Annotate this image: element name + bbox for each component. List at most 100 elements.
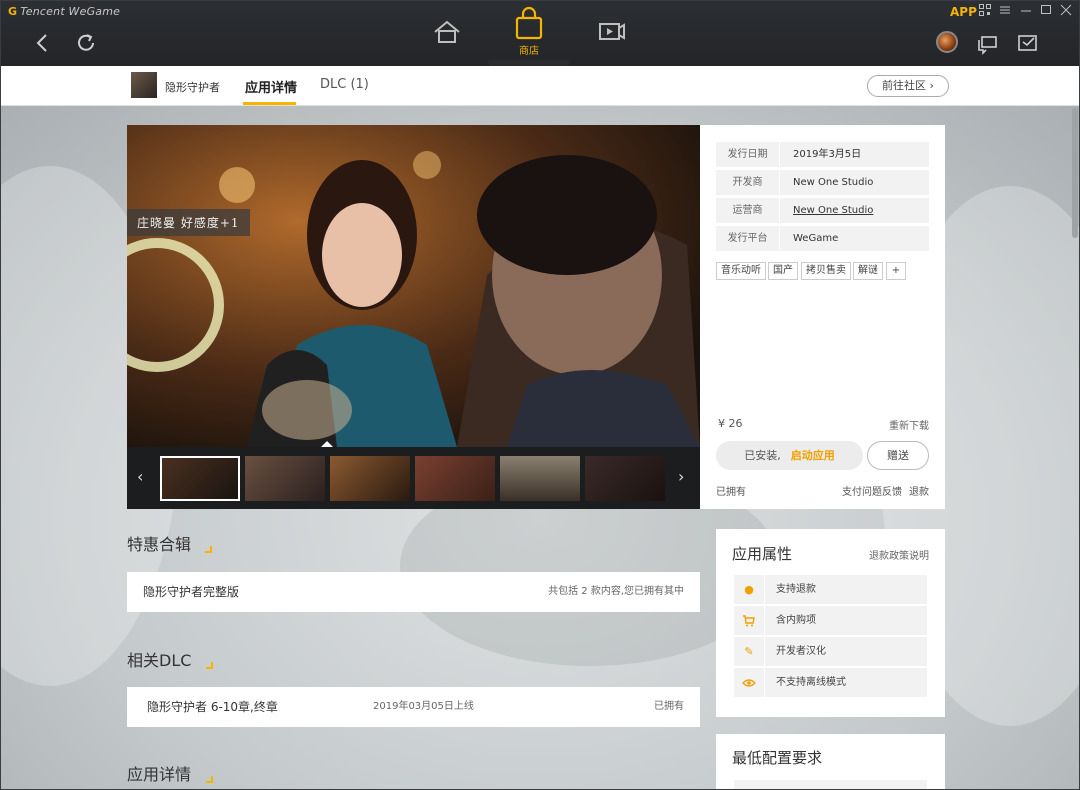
- tag-puzzle[interactable]: 解谜: [853, 262, 883, 280]
- info-row-publisher: 运营商 New One Studio: [716, 198, 929, 223]
- tag-copy-sale[interactable]: 拷贝售卖: [801, 262, 851, 280]
- section-title-dlc: 相关DLC: [127, 651, 192, 670]
- refresh-icon: [78, 34, 94, 51]
- dlc-release-date: 2019年03月05日上线: [373, 701, 474, 712]
- section-title-details: 应用详情: [127, 765, 192, 784]
- store-label: 商店: [519, 46, 539, 57]
- user-avatar[interactable]: [936, 31, 958, 53]
- payment-feedback-link[interactable]: 支付问题反馈: [842, 483, 902, 498]
- config-title: 最低配置要求: [732, 749, 823, 767]
- attribute-label: 不支持离线模式: [776, 677, 846, 688]
- sub-navigation: 隐形守护者 应用详情 DLC (1) 前往社区 ›: [0, 66, 1080, 106]
- thumbnail-1[interactable]: [160, 456, 240, 501]
- community-button[interactable]: 前往社区 ›: [867, 75, 949, 97]
- game-name: 隐形守护者: [165, 81, 220, 94]
- menu-icon: [1000, 6, 1010, 14]
- dlc-card[interactable]: 隐形守护者 6-10章,终章 2019年03月05日上线 已拥有: [127, 687, 700, 727]
- price: ¥ 26: [718, 417, 743, 430]
- info-value: New One Studio: [793, 177, 874, 188]
- brand-logo: G Tencent WeGame: [8, 5, 120, 18]
- attribute-offline: 不支持离线模式: [734, 668, 927, 697]
- refund-icon: ●: [734, 575, 765, 604]
- mail-icon: [1018, 35, 1037, 51]
- thumbnail-5[interactable]: [500, 456, 580, 501]
- redownload-link[interactable]: 重新下载: [889, 417, 929, 432]
- hero-screenshot[interactable]: 庄晓曼 好感度+1: [127, 125, 700, 447]
- pencil-icon: ✎: [734, 637, 765, 666]
- store-bag-icon: [515, 6, 543, 40]
- attribute-label: 支持退款: [776, 584, 816, 595]
- hero-scene-image: [127, 125, 700, 447]
- info-key: 发行日期: [716, 142, 780, 167]
- close-button[interactable]: [1060, 4, 1072, 19]
- tag-domestic[interactable]: 国产: [768, 262, 798, 280]
- minimize-icon: [1021, 10, 1031, 12]
- chevron-right-icon: ›: [929, 79, 934, 92]
- refresh-button[interactable]: [73, 30, 99, 56]
- thumbnail-2[interactable]: [245, 456, 325, 501]
- attribute-refund: ● 支持退款: [734, 575, 927, 604]
- app-link[interactable]: APP: [950, 5, 977, 19]
- close-icon: [1060, 4, 1072, 16]
- chevron-left-icon: ‹: [137, 467, 144, 486]
- refund-link[interactable]: 退款: [909, 483, 929, 498]
- section-corner-mark: [206, 776, 213, 783]
- thumbnail-next-button[interactable]: ›: [678, 467, 684, 486]
- home-icon: [434, 20, 460, 43]
- affection-overlay: 庄晓曼 好感度+1: [127, 209, 250, 236]
- thumbnail-3[interactable]: [330, 456, 410, 501]
- info-row-developer: 开发商 New One Studio: [716, 170, 929, 195]
- add-tag-button[interactable]: +: [886, 262, 906, 280]
- video-button[interactable]: [597, 18, 627, 46]
- chevron-right-icon: ›: [678, 467, 685, 486]
- bundle-description: 共包括 2 款内容,您已拥有其中: [548, 586, 684, 597]
- store-tab[interactable]: 商店: [502, 0, 556, 72]
- video-icon: [599, 23, 625, 40]
- thumbnail-6[interactable]: [585, 456, 665, 501]
- info-value: WeGame: [793, 233, 839, 244]
- active-tab-indicator: [243, 102, 296, 105]
- chat-button[interactable]: [975, 30, 1001, 56]
- title-bar: G Tencent WeGame 商店 APP: [0, 0, 1080, 74]
- thumbnail-4[interactable]: [415, 456, 495, 501]
- bundle-name: 隐形守护者完整版: [143, 585, 240, 599]
- launch-app-button[interactable]: 已安装, 启动应用: [716, 441, 863, 470]
- qrcode-icon: [979, 4, 991, 16]
- refund-policy-link[interactable]: 退款政策说明: [869, 547, 929, 562]
- maximize-button[interactable]: [1040, 4, 1052, 19]
- page-scrollbar[interactable]: [1072, 108, 1078, 238]
- minimize-button[interactable]: [1020, 4, 1032, 19]
- owned-status: 已拥有: [716, 487, 746, 498]
- thumbnail-prev-button[interactable]: ‹: [137, 467, 143, 486]
- info-row-release-date: 发行日期 2019年3月5日: [716, 142, 929, 167]
- tag-music[interactable]: 音乐动听: [716, 262, 766, 280]
- game-info-panel: 发行日期 2019年3月5日 开发商 New One Studio 运营商 Ne…: [700, 125, 945, 509]
- tab-app-details[interactable]: 应用详情: [245, 77, 297, 96]
- attribute-label: 含内购项: [776, 615, 816, 626]
- wegame-logo-icon: G: [8, 5, 18, 18]
- chat-icon: [978, 36, 997, 55]
- mail-button[interactable]: [1015, 30, 1041, 56]
- info-key: 运营商: [716, 198, 780, 223]
- attribute-in-app-purchase: 含内购项: [734, 606, 927, 635]
- tab-dlc[interactable]: DLC (1): [320, 77, 369, 92]
- qrcode-button[interactable]: [979, 4, 991, 19]
- home-button[interactable]: [432, 18, 462, 46]
- dlc-status: 已拥有: [654, 701, 684, 712]
- installed-status: 已安装,: [744, 449, 781, 462]
- attribute-localization: ✎ 开发者汉化: [734, 637, 927, 666]
- publisher-link[interactable]: New One Studio: [793, 198, 873, 223]
- bundle-card[interactable]: 隐形守护者完整版 共包括 2 款内容,您已拥有其中: [127, 572, 700, 612]
- launch-label: 启动应用: [790, 449, 835, 462]
- info-key: 发行平台: [716, 226, 780, 251]
- maximize-icon: [1041, 5, 1051, 14]
- config-row: [734, 780, 927, 790]
- back-button[interactable]: [30, 30, 56, 56]
- dlc-name: 隐形守护者 6-10章,终章: [147, 700, 278, 714]
- community-button-label: 前往社区: [882, 79, 927, 92]
- back-icon: [36, 34, 47, 52]
- gift-button[interactable]: 赠送: [867, 441, 929, 470]
- menu-button[interactable]: [999, 4, 1011, 19]
- cart-icon: [734, 606, 765, 635]
- active-thumbnail-caret: [321, 441, 333, 447]
